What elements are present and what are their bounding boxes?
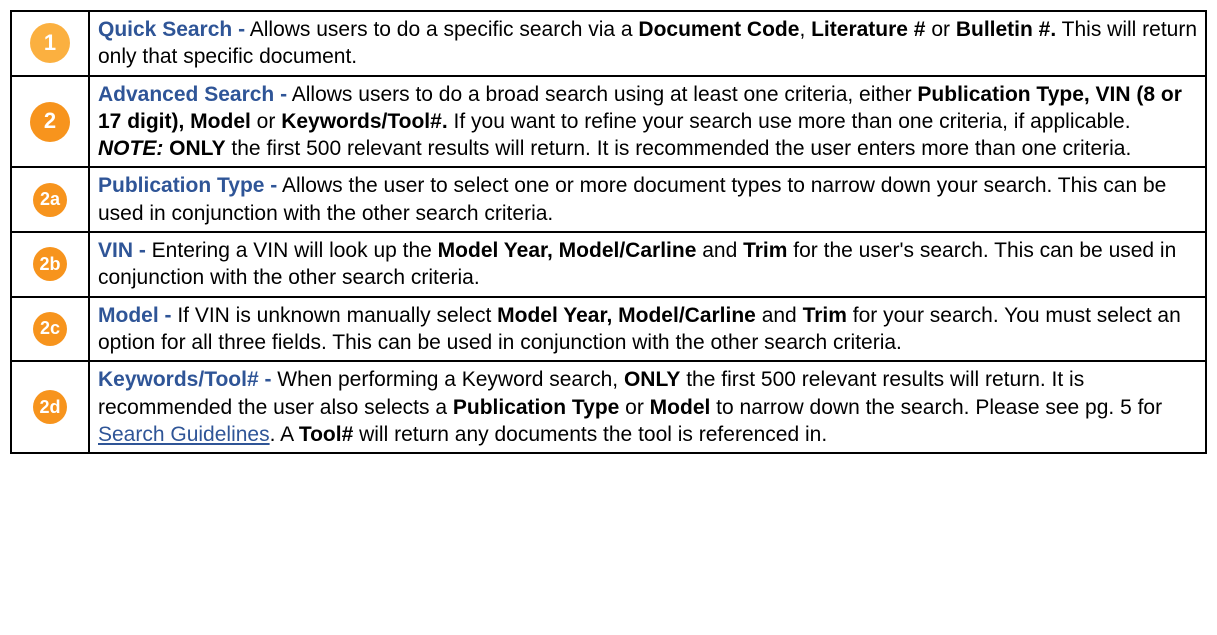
bold-text: Keywords/Tool#. — [281, 110, 447, 133]
bold-text: Model Year, Model/Carline — [438, 239, 697, 262]
text: Allows users to do a specific search via… — [245, 18, 638, 41]
text: If you want to refine your search use mo… — [448, 110, 1131, 133]
text: When performing a Keyword search, — [271, 368, 624, 391]
row-title: Keywords/Tool# - — [98, 368, 271, 391]
bold-text: Document Code — [638, 18, 799, 41]
bold-text: ONLY — [163, 137, 225, 160]
row-title: VIN - — [98, 239, 146, 262]
text: , — [799, 18, 811, 41]
bold-text: Model Year, Model/Carline — [497, 304, 756, 327]
badge-2d: 2d — [33, 390, 67, 424]
bold-text: Model — [650, 396, 711, 419]
text: will return any documents the tool is re… — [353, 423, 827, 446]
row-title: Advanced Search - — [98, 83, 287, 106]
table-row: 2 Advanced Search - Allows users to do a… — [11, 76, 1206, 168]
badge-2c: 2c — [33, 312, 67, 346]
badge-cell: 2 — [11, 76, 89, 168]
text: and — [696, 239, 743, 262]
description-cell: Keywords/Tool# - When performing a Keywo… — [89, 361, 1206, 453]
row-title: Quick Search - — [98, 18, 245, 41]
table-row: 2c Model - If VIN is unknown manually se… — [11, 297, 1206, 362]
badge-2a: 2a — [33, 183, 67, 217]
note-label: NOTE: — [98, 137, 163, 160]
description-cell: VIN - Entering a VIN will look up the Mo… — [89, 232, 1206, 297]
badge-cell: 2c — [11, 297, 89, 362]
text: or — [251, 110, 281, 133]
definitions-table: 1 Quick Search - Allows users to do a sp… — [10, 10, 1207, 454]
text: . A — [270, 423, 299, 446]
row-title: Publication Type - — [98, 174, 277, 197]
text: or — [619, 396, 649, 419]
search-guidelines-link[interactable]: Search Guidelines — [98, 423, 270, 446]
badge-cell: 2d — [11, 361, 89, 453]
text: Entering a VIN will look up the — [146, 239, 438, 262]
table-row: 1 Quick Search - Allows users to do a sp… — [11, 11, 1206, 76]
table-row: 2d Keywords/Tool# - When performing a Ke… — [11, 361, 1206, 453]
text: the first 500 relevant results will retu… — [226, 137, 1132, 160]
text: to narrow down the search. Please see pg… — [710, 396, 1162, 419]
bold-text: ONLY — [624, 368, 680, 391]
table-row: 2b VIN - Entering a VIN will look up the… — [11, 232, 1206, 297]
description-cell: Publication Type - Allows the user to se… — [89, 167, 1206, 232]
text: Allows users to do a broad search using … — [287, 83, 917, 106]
badge-1: 1 — [30, 23, 70, 63]
bold-text: Trim — [743, 239, 787, 262]
text: and — [756, 304, 803, 327]
bold-text: Bulletin #. — [956, 18, 1056, 41]
text: If VIN is unknown manually select — [172, 304, 498, 327]
badge-cell: 1 — [11, 11, 89, 76]
bold-text: Publication Type — [453, 396, 619, 419]
badge-2: 2 — [30, 102, 70, 142]
bold-text: Tool# — [299, 423, 353, 446]
description-cell: Quick Search - Allows users to do a spec… — [89, 11, 1206, 76]
row-title: Model - — [98, 304, 172, 327]
table-row: 2a Publication Type - Allows the user to… — [11, 167, 1206, 232]
badge-2b: 2b — [33, 247, 67, 281]
bold-text: Trim — [803, 304, 847, 327]
badge-cell: 2a — [11, 167, 89, 232]
badge-cell: 2b — [11, 232, 89, 297]
description-cell: Advanced Search - Allows users to do a b… — [89, 76, 1206, 168]
description-cell: Model - If VIN is unknown manually selec… — [89, 297, 1206, 362]
bold-text: Literature # — [811, 18, 925, 41]
text: or — [925, 18, 955, 41]
